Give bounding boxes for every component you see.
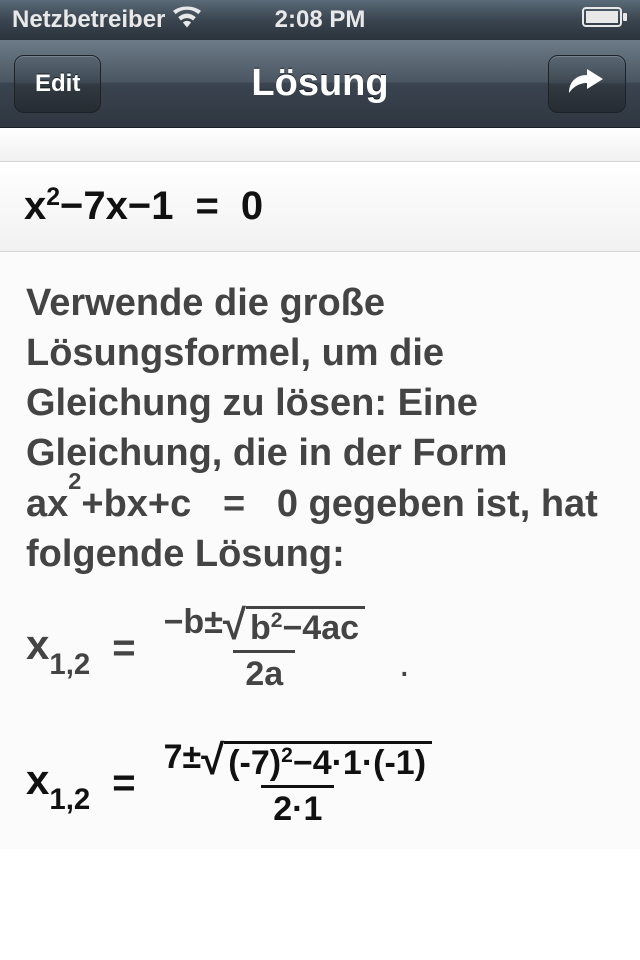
equals-sign: = (112, 626, 135, 671)
carrier-label: Netzbetreiber (12, 6, 165, 34)
equation-rhs: 0 (241, 184, 263, 229)
formula-period: . (399, 643, 410, 694)
explanation-block: Verwende die große Lösungsformel, um die… (0, 252, 640, 849)
solution-content[interactable]: x − 7x = 1 x2−7x−1 = 0 Verwende die groß… (0, 128, 640, 960)
wifi-icon (173, 6, 201, 35)
edit-button[interactable]: Edit (14, 55, 101, 113)
sqrt-icon: √(-7)2−4·1·(-1) (201, 741, 432, 783)
formula-lhs: x1,2 (26, 756, 90, 811)
quadratic-formula-substituted: x1,2 = 7±√(-7)2−4·1·(-1) 2·1 (26, 738, 614, 829)
equation-lhs: x2−7x−1 (24, 184, 174, 229)
battery-icon (582, 6, 628, 34)
formula-lhs: x1,2 (26, 621, 90, 676)
equals-sign: = (196, 184, 219, 229)
status-left: Netzbetreiber (12, 6, 201, 35)
status-bar: Netzbetreiber 2:08 PM (0, 0, 640, 40)
equation-row-partial: x − 7x = 1 (0, 128, 640, 162)
equation-row-standard: x2−7x−1 = 0 (0, 162, 640, 252)
sqrt-icon: √b2−4ac (223, 606, 365, 648)
equals-sign: = (112, 761, 135, 806)
share-button[interactable] (548, 55, 626, 113)
page-title: Lösung (251, 62, 388, 105)
quadratic-formula: x1,2 = −b±√b2−4ac 2a . (26, 603, 614, 694)
clock: 2:08 PM (275, 6, 366, 34)
formula-fraction: 7±√(-7)2−4·1·(-1) 2·1 (158, 738, 438, 829)
nav-bar: Edit Lösung (0, 40, 640, 128)
share-icon (567, 65, 607, 102)
formula-fraction: −b±√b2−4ac 2a (158, 603, 371, 694)
explanation-text: Verwende die große Lösungsformel, um die… (26, 278, 614, 579)
